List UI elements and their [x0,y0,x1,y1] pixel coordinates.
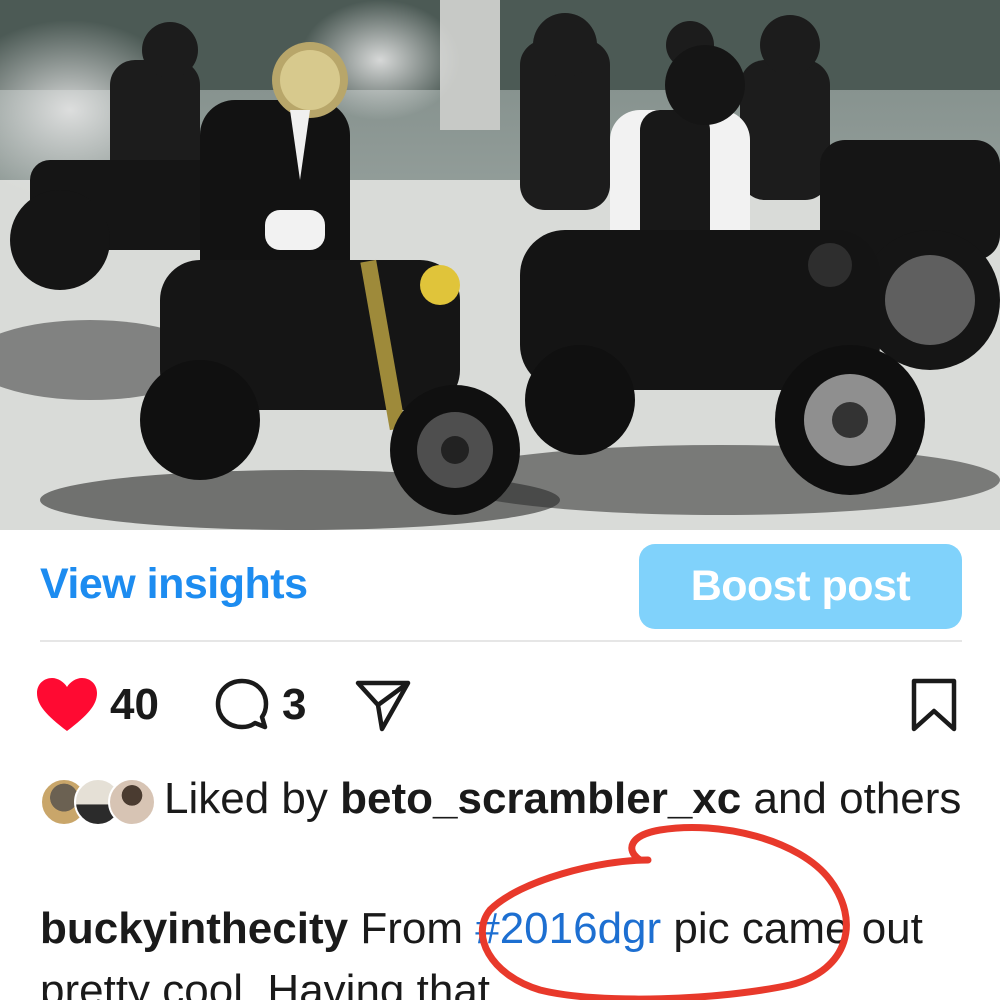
motorcycle-riders-photo [0,0,1000,530]
avatar[interactable] [108,778,156,826]
view-insights-link[interactable]: View insights [40,560,308,609]
liked-by-prefix: Liked by [164,774,328,823]
post-photo[interactable] [0,0,1000,530]
boost-post-button[interactable]: Boost post [639,544,962,629]
insights-row: View insights Boost post [40,530,962,642]
paper-plane-icon[interactable] [354,677,412,733]
liked-by-text: Liked by beto_scrambler_xc and others [164,768,974,830]
liked-by-username[interactable]: beto_scrambler_xc [340,774,741,823]
heart-icon[interactable] [36,677,98,733]
caption-username[interactable]: buckyinthecity [40,904,348,953]
engagement-row: 40 3 [36,670,962,740]
save-button[interactable] [910,670,958,740]
like-button[interactable]: 40 [36,670,159,740]
caption-hashtag[interactable]: #2016dgr [475,904,661,953]
liker-avatars[interactable] [40,778,158,826]
comment-bubble-icon[interactable] [214,677,270,733]
caption-text-pre: From [360,904,463,953]
bookmark-icon[interactable] [910,677,958,733]
liked-by-others[interactable]: and others [753,774,961,823]
like-count: 40 [110,680,159,729]
comment-button[interactable]: 3 [214,670,306,740]
post-caption: buckyinthecity From #2016dgr pic came ou… [40,898,970,1000]
comment-count: 3 [282,680,307,729]
share-button[interactable] [354,670,412,740]
